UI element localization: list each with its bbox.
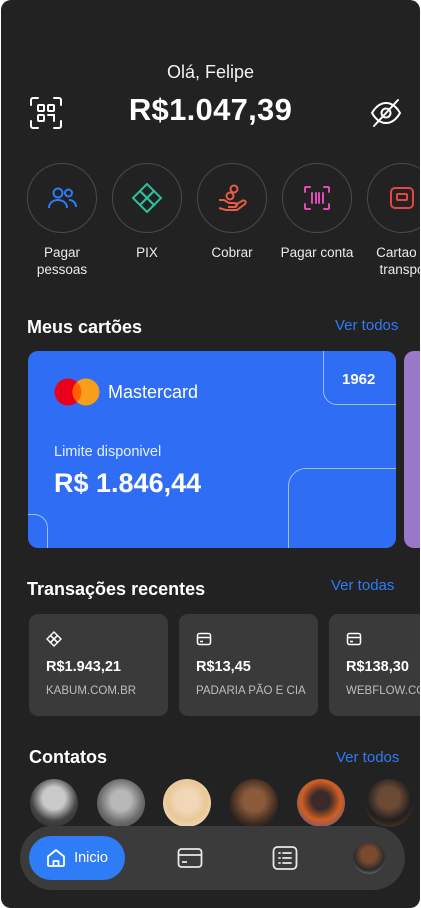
action-circle: [282, 163, 352, 233]
action-circle: [367, 163, 420, 233]
app-screen: Olá, Felipe R$1.047,39 Pagar pessoas PIX…: [1, 0, 420, 908]
pix-icon: [131, 182, 163, 214]
balance-amount: R$1.047,39: [128, 92, 293, 127]
greeting: Olá, Felipe: [166, 62, 255, 82]
action-cobrar[interactable]: Cobrar: [190, 163, 274, 261]
contact-avatar[interactable]: [365, 779, 413, 827]
pix-icon: [46, 631, 62, 647]
card-decoration: [288, 468, 396, 548]
action-pix[interactable]: PIX: [105, 163, 189, 261]
transaction-amount: R$13,45: [196, 659, 251, 675]
transaction-card[interactable]: R$138,30 WEBFLOW.CO: [329, 614, 420, 716]
transaction-merchant: PADARIA PÃO E CIA: [196, 685, 306, 697]
action-circle: [27, 163, 97, 233]
contact-avatar[interactable]: [163, 779, 211, 827]
cards-see-all-link[interactable]: Ver todos: [335, 317, 398, 334]
action-pagar-pessoas[interactable]: Pagar pessoas: [20, 163, 104, 278]
mastercard-card[interactable]: Mastercard 1962 Limite disponivel R$ 1.8…: [28, 351, 396, 548]
transaction-merchant: WEBFLOW.CO: [346, 685, 420, 697]
transactions-section-title: Transações recentes: [27, 579, 206, 599]
card-brand: Mastercard: [108, 382, 199, 402]
contact-avatar[interactable]: [30, 779, 78, 827]
action-circle: [197, 163, 267, 233]
action-pagar-conta[interactable]: Pagar conta: [275, 163, 359, 261]
home-icon: [47, 849, 65, 867]
transaction-card[interactable]: R$13,45 PADARIA PÃO E CIA: [179, 614, 318, 716]
contact-avatar[interactable]: [297, 779, 345, 827]
list-icon[interactable]: [272, 846, 298, 870]
people-icon: [48, 187, 77, 209]
action-label: PIX: [136, 245, 158, 260]
next-card-peek[interactable]: [404, 351, 420, 548]
eye-off-icon[interactable]: [369, 98, 403, 128]
action-label: Cartao e transpo: [376, 245, 420, 277]
mastercard-logo-icon: [54, 378, 100, 406]
card-icon: [346, 632, 362, 646]
nav-home-label: Inicio: [74, 850, 108, 866]
transaction-merchant: KABUM.COM.BR: [46, 685, 137, 697]
nav-home-button[interactable]: Inicio: [29, 836, 125, 880]
transport-card-icon: [390, 187, 414, 209]
card-last-digits: 1962: [342, 371, 376, 388]
transaction-card[interactable]: R$1.943,21 KABUM.COM.BR: [29, 614, 168, 716]
action-circle: [112, 163, 182, 233]
profile-avatar[interactable]: [353, 842, 385, 874]
contacts-section-title: Contatos: [29, 747, 107, 767]
action-label: Cobrar: [211, 245, 253, 260]
transaction-amount: R$1.943,21: [46, 659, 121, 675]
contact-avatar[interactable]: [230, 779, 278, 827]
hand-coins-icon: [218, 184, 247, 211]
action-cartao-transporte[interactable]: Cartao e transpo: [360, 163, 420, 278]
action-label: Pagar conta: [280, 245, 354, 260]
action-label: Pagar pessoas: [36, 245, 88, 277]
card-limit-value: R$ 1.846,44: [54, 468, 202, 498]
card-decoration: [28, 514, 48, 548]
card-limit-label: Limite disponivel: [54, 444, 162, 460]
bottom-navigation: Inicio: [20, 826, 405, 890]
card-icon[interactable]: [177, 846, 203, 870]
cards-section-title: Meus cartões: [27, 317, 143, 337]
barcode-icon: [304, 186, 330, 210]
transaction-amount: R$138,30: [346, 659, 409, 675]
contacts-see-all-link[interactable]: Ver todos: [336, 749, 399, 766]
transactions-see-all-link[interactable]: Ver todas: [331, 577, 394, 594]
card-icon: [196, 632, 212, 646]
contact-avatar[interactable]: [97, 779, 145, 827]
